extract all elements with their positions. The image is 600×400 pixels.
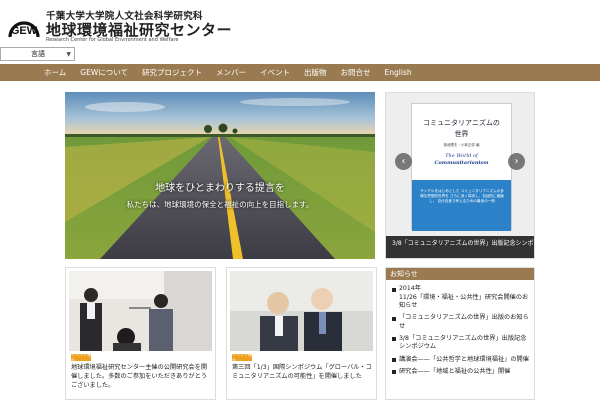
- book-title-en: The World of Communitarianism: [434, 153, 489, 166]
- nav-item-about[interactable]: GEWについて: [80, 67, 128, 78]
- news-text[interactable]: 3/8「コミュニタリアニズムの世界」出版記念シンポジウム: [399, 335, 526, 351]
- news-text[interactable]: 講演会——「公共哲学と地球環境福祉」の開催: [399, 356, 529, 363]
- main-nav: ホーム GEWについて 研究プロジェクト メンバー イベント 出版物 お問合せ …: [0, 64, 600, 81]
- language-select-value: 言語: [31, 50, 45, 58]
- bullet-icon: [392, 287, 396, 292]
- nav-item-contact[interactable]: お問合せ: [341, 67, 371, 78]
- nav-item-home[interactable]: ホーム: [44, 67, 66, 78]
- news-heading: お知らせ: [386, 268, 534, 280]
- slider-prev-icon[interactable]: ‹: [395, 153, 412, 170]
- bullet-icon: [392, 370, 396, 375]
- slider-next-icon[interactable]: ›: [508, 153, 525, 170]
- list-item[interactable]: 3/8「コミュニタリアニズムの世界」出版記念シンポジウム: [392, 335, 532, 352]
- news-text[interactable]: 11/26「環境・福祉・公共性」研究会開催のお知らせ: [399, 294, 528, 310]
- book-slider[interactable]: コミュニタリアニズムの 世界 菊池理夫・小林正弥 編 The World of …: [385, 92, 535, 259]
- card-photo-lecture: [69, 271, 212, 351]
- news-date: 2014年: [399, 285, 421, 292]
- site-header: GEW 千葉大学大学院人文社会科学研究科 地球環境福祉研究センター Resear…: [0, 0, 600, 61]
- hero-subheading: 私たちは、地球環境の保全と福祉の向上を目指します。: [126, 200, 314, 209]
- gew-logo-icon[interactable]: GEW: [5, 9, 43, 41]
- bullet-icon: [392, 337, 396, 342]
- nav-item-events[interactable]: イベント: [260, 67, 290, 78]
- list-item[interactable]: 研究会——「地域と福祉の公共性」開催: [392, 368, 532, 377]
- card-title[interactable]: 第三回「1/3」国際シンポジウム「グローバル・コミュニタリアニズムの可能性」を開…: [232, 363, 372, 381]
- book-cover-image[interactable]: コミュニタリアニズムの 世界 菊池理夫・小林正弥 編 The World of …: [411, 103, 512, 231]
- list-item[interactable]: 「コミュニタリアニズムの世界」出版のお知らせ: [392, 314, 532, 331]
- logo-text: GEW: [11, 25, 38, 37]
- news-list: 2014年 11/26「環境・福祉・公共性」研究会開催のお知らせ 「コミュニタリ…: [392, 285, 532, 380]
- slider-caption[interactable]: 3/8「コミュニタリアニズムの世界」出版記念シンポジウム開催のお知らせ: [386, 236, 534, 258]
- card-title[interactable]: 地球環境福祉研究センター主催の公開研究会を開催しました。多数のご参加をいただきあ…: [71, 363, 211, 390]
- book-authors: 菊池理夫・小林正弥 編: [443, 143, 480, 147]
- bullet-icon: [392, 316, 396, 321]
- nav-item-english[interactable]: English: [385, 68, 412, 77]
- news-text[interactable]: 研究会——「地域と福祉の公共性」開催: [399, 368, 510, 375]
- hero-heading: 地球をひとまわりする提言を: [155, 183, 285, 194]
- book-blurb: サンデルをはじめとした コミュニタリアニズムの多様な思想的世界を さらに深く探求…: [420, 189, 504, 204]
- hero-slider[interactable]: 地球をひとまわりする提言を 私たちは、地球環境の保全と福祉の向上を目指します。: [65, 92, 375, 259]
- bullet-icon: [392, 358, 396, 363]
- language-select[interactable]: 言語 ▼: [0, 47, 75, 61]
- list-item[interactable]: 2014年 11/26「環境・福祉・公共性」研究会開催のお知らせ: [392, 285, 532, 311]
- news-card-1[interactable]: イベント報告 地球環境福祉研究センター主催の公開研究会を開催しました。多数のご参…: [65, 267, 216, 400]
- list-item[interactable]: 講演会——「公共哲学と地球環境福祉」の開催: [392, 356, 532, 365]
- nav-item-publications[interactable]: 出版物: [304, 67, 327, 78]
- category-badge: イベント報告: [71, 351, 91, 363]
- news-panel: お知らせ 2014年 11/26「環境・福祉・公共性」研究会開催のお知らせ 「コ…: [385, 267, 535, 400]
- news-card-2[interactable]: イベント報告 第三回「1/3」国際シンポジウム「グローバル・コミュニタリアニズム…: [226, 267, 377, 400]
- chevron-down-icon: ▼: [66, 50, 71, 58]
- nav-item-projects[interactable]: 研究プロジェクト: [142, 67, 202, 78]
- nav-item-members[interactable]: メンバー: [216, 67, 246, 78]
- hero-image: [65, 92, 375, 259]
- book-title: コミュニタリアニズムの 世界: [423, 119, 500, 138]
- card-photo-portrait: [230, 271, 373, 351]
- category-badge: イベント報告: [232, 351, 252, 363]
- center-name-en: Research Center for Global Environment a…: [46, 37, 179, 43]
- news-text[interactable]: 「コミュニタリアニズムの世界」出版のお知らせ: [399, 314, 529, 330]
